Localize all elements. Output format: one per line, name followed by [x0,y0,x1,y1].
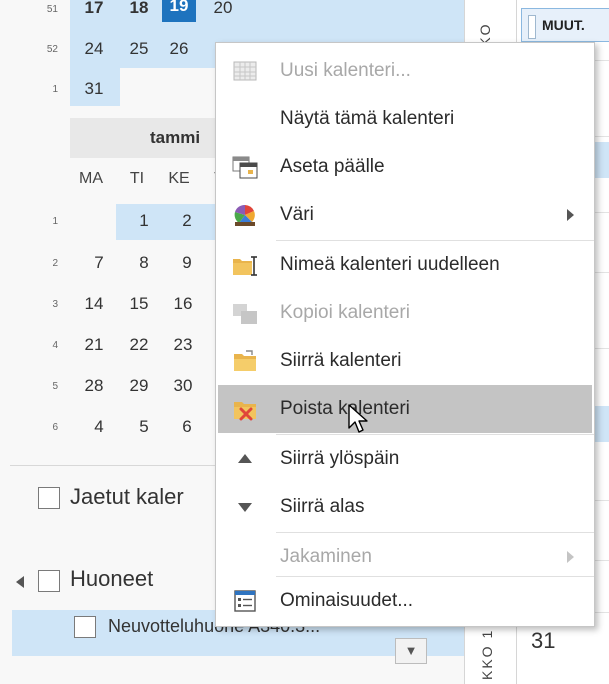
menu-item-label: Siirrä kalenteri [280,350,402,371]
triangle-down-icon [238,503,252,512]
overlay-calendar-icon [232,156,258,179]
week-number: 1 [52,216,58,227]
calendar-day[interactable]: 17 [77,0,111,18]
calendar-day[interactable]: 16 [166,294,200,314]
menu-item-color[interactable]: Väri [218,191,592,239]
menu-item-label: Nimeä kalenteri uudelleen [280,254,500,275]
triangle-up-icon [238,454,252,463]
calendar-day[interactable]: 21 [77,335,111,355]
menu-item-rename-calendar[interactable]: Nimeä kalenteri uudelleen [218,241,592,289]
calendar-day[interactable]: 29 [122,376,156,396]
muut-label: MUUT. [542,17,585,33]
calendar-day[interactable]: 8 [127,253,161,273]
rooms-group-label[interactable]: Huoneet [70,566,153,592]
rename-folder-icon [233,256,257,276]
scroll-down-button[interactable]: ▼ [395,638,427,664]
calendar-day[interactable]: 14 [77,294,111,314]
calendar-day[interactable]: 1 [127,211,161,231]
menu-item-show-calendar[interactable]: Näytä tämä kalenteri [218,95,592,143]
weekday-header: MA [79,170,103,187]
menu-item-label: Aseta päälle [280,156,385,177]
calendar-day[interactable]: 7 [82,253,116,273]
menu-item-properties[interactable]: Ominaisuudet... [218,577,592,625]
calendar-day[interactable]: 23 [166,335,200,355]
menu-item-label: Kopioi kalenteri [280,302,410,323]
calendar-day[interactable]: 2 [170,211,204,231]
delete-folder-icon [234,402,256,421]
menu-item-label: Uusi kalenteri... [280,60,411,81]
calendar-day[interactable]: 24 [77,39,111,59]
month-name: tammi [150,128,201,147]
shared-calendars-checkbox[interactable] [38,487,60,509]
menu-item-label: Siirrä ylöspäin [280,448,400,469]
submenu-arrow-icon [567,551,574,563]
vertical-tab-bottom-label: KKO 1 [479,628,495,680]
properties-icon [234,590,256,612]
week-number: 3 [52,299,58,310]
menu-item-copy-calendar[interactable]: Kopioi kalenteri [218,289,592,337]
menu-item-label: Poista kalenteri [280,398,410,419]
calendar-day[interactable]: 6 [170,417,204,437]
week-number: 1 [52,84,58,95]
week-number: 2 [52,258,58,269]
menu-item-move-calendar[interactable]: Siirrä kalenteri [218,337,592,385]
menu-item-sharing[interactable]: Jakaminen [218,533,592,581]
month-day-number[interactable]: 31 [531,628,555,654]
calendar-day[interactable]: 22 [122,335,156,355]
menu-item-move-down[interactable]: Siirrä alas [218,483,592,531]
shared-calendars-label[interactable]: Jaetut kaler [70,484,184,510]
collapse-arrow-icon[interactable] [16,576,24,588]
calendar-day-today[interactable]: 19 [162,0,196,22]
week-number: 6 [52,422,58,433]
calendar-day[interactable]: 26 [162,39,196,59]
week-number: 5 [52,381,58,392]
chevron-down-icon: ▼ [404,643,418,658]
calendar-day[interactable]: 30 [166,376,200,396]
menu-item-move-up[interactable]: Siirrä ylöspäin [218,435,592,483]
calendar-day[interactable]: 20 [206,0,240,18]
calendar-day[interactable]: 15 [122,294,156,314]
week-number: 4 [52,340,58,351]
calendar-day[interactable]: 25 [122,39,156,59]
week-number: 52 [46,44,58,55]
muut-column-header[interactable]: MUUT. [521,8,609,42]
move-folder-icon [234,350,256,371]
copy-calendar-icon [233,304,257,324]
calendar-day[interactable]: 9 [170,253,204,273]
color-wheel-icon [234,204,255,226]
calendar-grid-icon [233,61,257,81]
menu-item-label: Näytä tämä kalenteri [280,108,455,129]
weekday-header: TI [129,170,145,187]
room-calendar-checkbox[interactable] [74,616,96,638]
menu-item-new-calendar[interactable]: Uusi kalenteri... [218,47,592,95]
calendar-day[interactable]: 5 [127,417,161,437]
calendar-day[interactable]: 18 [122,0,156,18]
week-number: 51 [46,4,58,15]
rooms-checkbox[interactable] [38,570,60,592]
calendar-day[interactable]: 28 [77,376,111,396]
menu-item-overlay[interactable]: Aseta päälle [218,143,592,191]
menu-item-label: Siirrä alas [280,496,365,517]
submenu-arrow-icon [567,209,574,221]
calendar-day[interactable]: 31 [77,79,111,99]
menu-item-label: Jakaminen [280,546,372,567]
calendar-day[interactable]: 4 [82,417,116,437]
weekday-header: KE [168,170,190,187]
menu-item-delete-calendar[interactable]: Poista kalenteri [218,385,592,433]
menu-item-label: Väri [280,204,314,225]
calendar-context-menu: Uusi kalenteri... Näytä tämä kalenteri A… [215,42,595,627]
mouse-pointer-icon [348,404,368,433]
menu-item-label: Ominaisuudet... [280,590,414,611]
